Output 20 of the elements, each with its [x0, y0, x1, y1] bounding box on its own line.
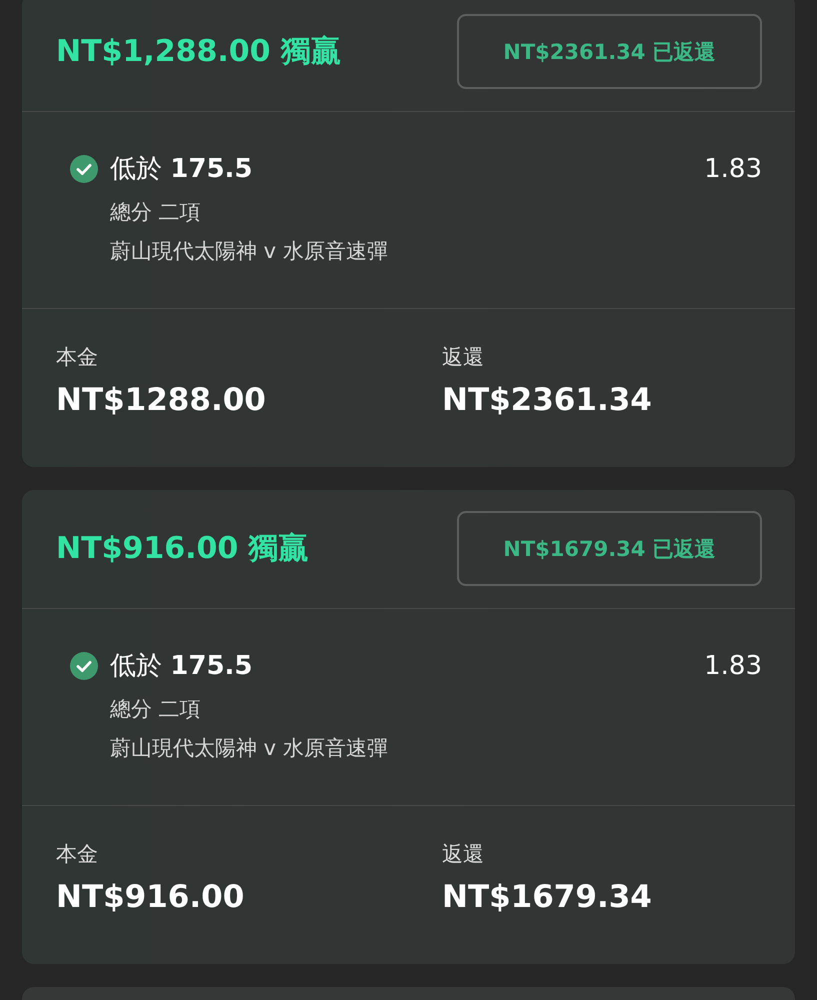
amount-value: NT$916.00	[56, 878, 244, 917]
market-name: 總分 二項	[110, 199, 201, 226]
amount-label: 返還	[442, 344, 484, 371]
odds-value: 1.83	[704, 650, 762, 683]
event-name: 蔚山現代太陽神 v 水原音速彈	[110, 735, 388, 762]
market-name: 總分 二項	[110, 696, 201, 723]
selection-pick: 低於 175.5	[110, 153, 253, 186]
bet-title: NT$916.00 獨贏	[56, 530, 309, 568]
returned-amount-button[interactable]: NT$2361.34 已返還	[457, 14, 762, 89]
amount-label: 本金	[56, 841, 98, 868]
amount-value: NT$2361.34	[442, 381, 652, 420]
selection-pick: 低於 175.5	[110, 650, 253, 683]
odds-value: 1.83	[704, 153, 762, 186]
amount-value: NT$1679.34	[442, 878, 652, 917]
bet-title: NT$1,288.00 獨贏	[56, 32, 341, 70]
amount-label: 返還	[442, 841, 484, 868]
returned-amount-button[interactable]: NT$1679.34 已返還	[457, 511, 762, 586]
amount-label: 本金	[56, 344, 98, 371]
event-name: 蔚山現代太陽神 v 水原音速彈	[110, 238, 388, 265]
amount-value: NT$1288.00	[56, 381, 266, 420]
